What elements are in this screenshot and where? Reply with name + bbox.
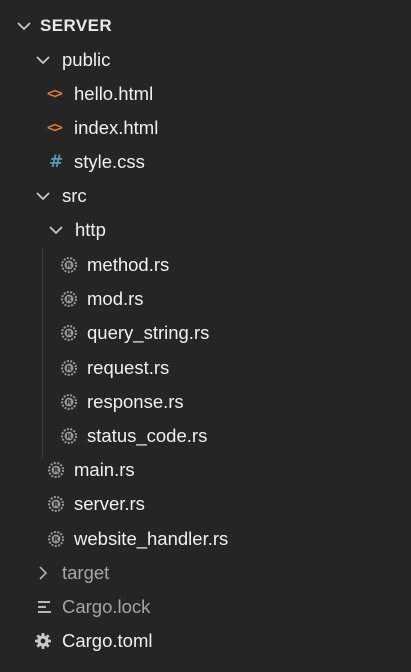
svg-text:R: R [66, 433, 72, 441]
folder-public[interactable]: public [0, 43, 411, 77]
svg-text:R: R [66, 296, 72, 304]
section-header-server[interactable]: SERVER [0, 9, 411, 43]
file-label: mod.rs [87, 288, 144, 309]
folder-label: target [62, 562, 110, 583]
folder-label: http [75, 219, 106, 240]
file-label: status_code.rs [87, 425, 208, 446]
file-cargo-toml[interactable]: Cargo.toml [0, 624, 411, 658]
svg-text:R: R [53, 467, 59, 475]
folder-http[interactable]: http [0, 213, 411, 247]
svg-text:R: R [66, 330, 72, 338]
file-style-css[interactable]: # style.css [0, 145, 411, 179]
rust-file-icon: R [61, 291, 77, 307]
file-label: request.rs [87, 357, 170, 378]
file-label: index.html [74, 117, 159, 138]
gear-icon [35, 633, 51, 649]
svg-text:R: R [53, 536, 59, 544]
file-server-rs[interactable]: R server.rs [0, 487, 411, 521]
chevron-down-icon [49, 226, 63, 235]
file-status-code-rs[interactable]: R status_code.rs [0, 419, 411, 453]
file-request-rs[interactable]: R request.rs [0, 351, 411, 385]
file-index-html[interactable]: <> index.html [0, 111, 411, 145]
file-label: Cargo.toml [62, 630, 153, 651]
file-explorer: SERVER public <> hello.html <> index.htm… [0, 0, 411, 672]
chevron-down-icon [17, 22, 31, 31]
file-hello-html[interactable]: <> hello.html [0, 77, 411, 111]
svg-text:R: R [53, 501, 59, 509]
file-label: server.rs [74, 493, 145, 514]
chevron-down-icon [36, 192, 50, 201]
file-label: method.rs [87, 254, 170, 275]
rust-file-icon: R [48, 531, 64, 547]
file-main-rs[interactable]: R main.rs [0, 453, 411, 487]
rust-file-icon: R [61, 428, 77, 444]
svg-text:R: R [66, 365, 72, 373]
html-file-icon: <> [47, 86, 63, 102]
folder-target[interactable]: target [0, 556, 411, 590]
file-method-rs[interactable]: R method.rs [0, 248, 411, 282]
file-label: website_handler.rs [74, 528, 229, 549]
file-mod-rs[interactable]: R mod.rs [0, 282, 411, 316]
file-label: hello.html [74, 83, 154, 104]
rust-file-icon: R [48, 496, 64, 512]
folder-label: public [62, 49, 111, 70]
file-label: query_string.rs [87, 322, 210, 343]
chevron-right-icon [39, 566, 48, 580]
svg-text:R: R [66, 399, 72, 407]
file-response-rs[interactable]: R response.rs [0, 385, 411, 419]
file-website-handler-rs[interactable]: R website_handler.rs [0, 522, 411, 556]
rust-file-icon: R [61, 325, 77, 341]
file-label: response.rs [87, 391, 184, 412]
rust-file-icon: R [61, 257, 77, 273]
file-query-string-rs[interactable]: R query_string.rs [0, 316, 411, 350]
html-file-icon: <> [47, 120, 63, 136]
file-label: Cargo.lock [62, 596, 151, 617]
folder-label: src [62, 185, 87, 206]
rust-file-icon: R [61, 360, 77, 376]
svg-text:R: R [66, 262, 72, 270]
css-file-icon: # [49, 152, 64, 172]
file-label: main.rs [74, 459, 135, 480]
section-title: SERVER [40, 16, 113, 35]
rust-file-icon: R [48, 462, 64, 478]
folder-src[interactable]: src [0, 179, 411, 213]
chevron-down-icon [36, 56, 50, 65]
file-label: style.css [74, 151, 145, 172]
rust-file-icon: R [61, 394, 77, 410]
lines-file-icon [38, 601, 51, 613]
file-cargo-lock[interactable]: Cargo.lock [0, 590, 411, 624]
